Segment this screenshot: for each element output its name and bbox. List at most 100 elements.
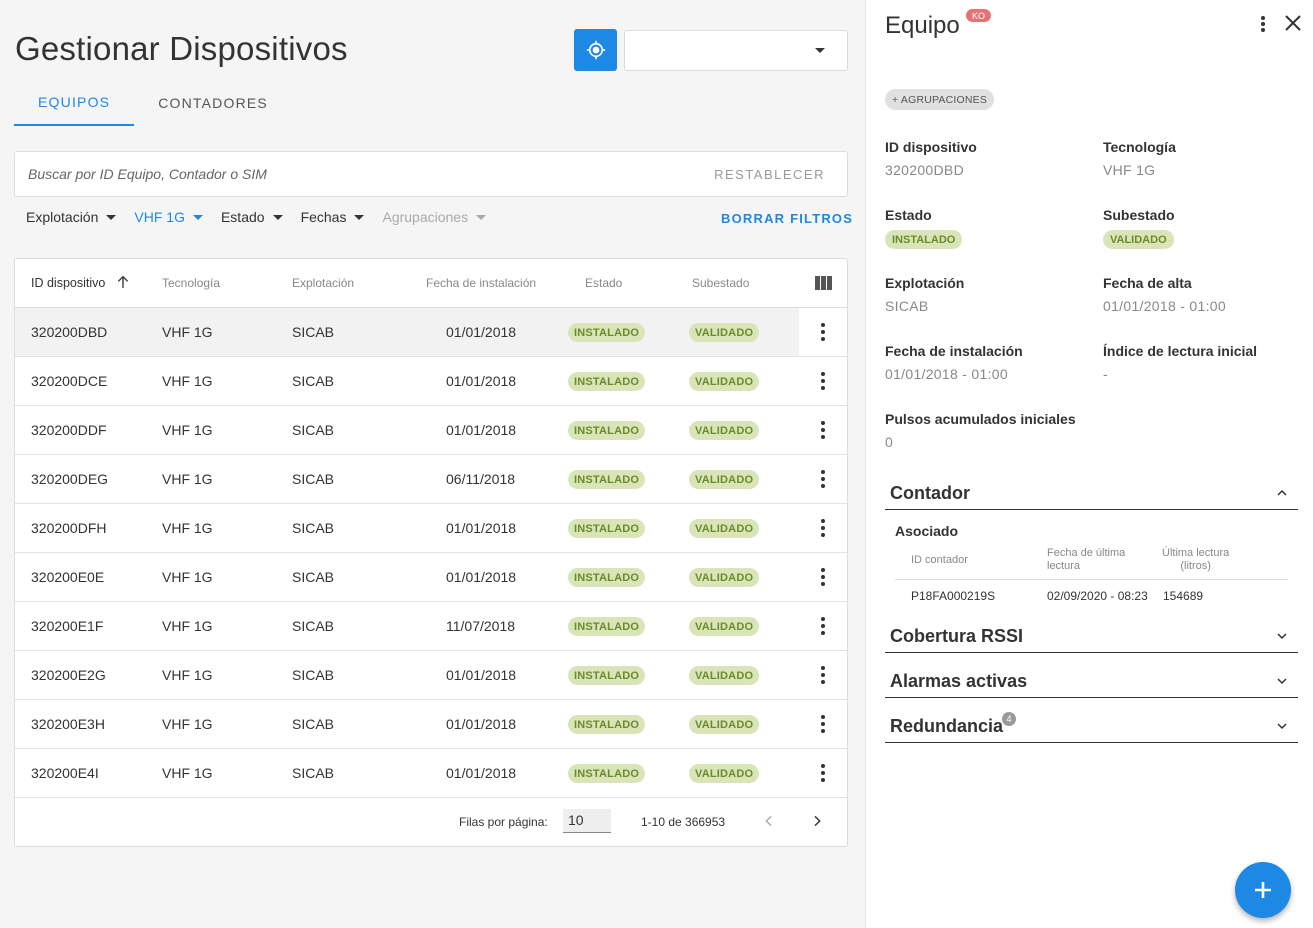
cell-fecha: 01/01/2018 bbox=[446, 373, 517, 389]
table-header: ID dispositivo Tecnología Explotación Fe… bbox=[15, 259, 847, 308]
reset-button[interactable]: RESTABLECER bbox=[714, 167, 825, 182]
header-line: Fecha de última bbox=[1047, 547, 1126, 559]
more-vert-icon bbox=[821, 519, 825, 537]
column-header-tecnologia[interactable]: Tecnología bbox=[162, 276, 220, 290]
section-redundancia[interactable]: Redundancia bbox=[885, 709, 1298, 743]
column-header-fecha[interactable]: Fecha de instalación bbox=[426, 276, 536, 290]
cell-fecha: 06/11/2018 bbox=[446, 471, 516, 487]
subestado-badge: VALIDADO bbox=[689, 519, 760, 538]
table-row[interactable]: 320200E0E VHF 1G SICAB 01/01/2018 INSTALADO V… bbox=[15, 553, 847, 602]
groups-chip[interactable]: + AGRUPACIONES bbox=[885, 89, 995, 110]
row-menu-button[interactable] bbox=[799, 602, 847, 650]
cell-tecnologia: VHF 1G bbox=[162, 765, 213, 781]
table-row[interactable]: 320200DBD VHF 1G SICAB 01/01/2018 INSTALADO V… bbox=[15, 308, 847, 357]
section-cobertura-rssi[interactable]: Cobertura RSSI bbox=[885, 619, 1298, 653]
device-list-panel: Gestionar Dispositivos EQUIPOS CONTADORE… bbox=[0, 0, 865, 928]
table-row[interactable]: 320200DCE VHF 1G SICAB 01/01/2018 INSTALADO V… bbox=[15, 357, 847, 406]
arrow-up-icon[interactable] bbox=[115, 274, 131, 290]
more-vert-icon bbox=[821, 764, 825, 782]
filter-label: Estado bbox=[220, 209, 265, 225]
search-input[interactable] bbox=[28, 166, 668, 182]
filter-fechas[interactable]: Fechas bbox=[301, 209, 365, 225]
status-badge: KO bbox=[966, 9, 992, 22]
table-row[interactable]: 320200E2G VHF 1G SICAB 01/01/2018 INSTALADO V… bbox=[15, 651, 847, 700]
chevron-left-icon[interactable] bbox=[761, 813, 777, 829]
filter-estado[interactable]: Estado bbox=[221, 209, 283, 225]
cell-tecnologia: VHF 1G bbox=[162, 373, 213, 389]
estado-badge: INSTALADO bbox=[568, 519, 646, 538]
subestado-badge: VALIDADO bbox=[1103, 230, 1174, 249]
meter-id-header: ID contador bbox=[911, 554, 968, 566]
field-label-explotacion: Explotación bbox=[885, 275, 965, 291]
top-select[interactable] bbox=[624, 30, 848, 71]
tab-equipos[interactable]: EQUIPOS bbox=[14, 80, 135, 126]
filter-explotacion[interactable]: Explotación bbox=[26, 209, 117, 225]
meter-date-header: Fecha de última lectura bbox=[1047, 547, 1125, 573]
detail-title: Equipo bbox=[885, 12, 960, 39]
more-vert-icon[interactable] bbox=[1260, 15, 1266, 33]
table-row[interactable]: 320200DDF VHF 1G SICAB 01/01/2018 INSTALADO V… bbox=[15, 406, 847, 455]
tab-bar: EQUIPOS CONTADORES bbox=[14, 80, 292, 128]
estado-badge: INSTALADO bbox=[568, 323, 646, 342]
row-menu-button[interactable] bbox=[799, 455, 847, 503]
row-menu-button[interactable] bbox=[799, 308, 847, 356]
column-header-explotacion[interactable]: Explotación bbox=[292, 276, 354, 290]
table-footer: Filas por página: 10 1-10 de 366953 bbox=[15, 799, 847, 847]
search-box: RESTABLECER bbox=[14, 151, 848, 197]
more-vert-icon bbox=[821, 715, 825, 733]
table-row[interactable]: 320200DFH VHF 1G SICAB 01/01/2018 INSTALADO V… bbox=[15, 504, 847, 553]
chevron-right-icon[interactable] bbox=[809, 813, 825, 829]
row-menu-button[interactable] bbox=[799, 553, 847, 601]
cell-fecha: 01/01/2018 bbox=[446, 667, 517, 683]
subestado-badge: VALIDADO bbox=[689, 568, 760, 587]
chevron-down-icon[interactable] bbox=[1276, 720, 1288, 732]
cell-tecnologia: VHF 1G bbox=[162, 471, 213, 487]
chevron-down-icon[interactable] bbox=[1276, 630, 1288, 642]
field-label-subestado: Subestado bbox=[1103, 207, 1175, 223]
view-columns-icon[interactable] bbox=[815, 276, 832, 290]
subestado-badge: VALIDADO bbox=[689, 764, 760, 783]
rows-per-page-select[interactable]: 10 bbox=[563, 809, 611, 833]
redundancy-count-badge: 4 bbox=[1002, 712, 1016, 726]
column-header-subestado[interactable]: Subestado bbox=[692, 276, 749, 290]
cell-id: 320200DBD bbox=[31, 324, 108, 340]
more-vert-icon bbox=[821, 617, 825, 635]
row-menu-button[interactable] bbox=[799, 357, 847, 405]
field-label-alta: Fecha de alta bbox=[1103, 275, 1192, 291]
cell-explotacion: SICAB bbox=[292, 520, 335, 536]
page-title: Gestionar Dispositivos bbox=[15, 30, 348, 67]
plus-icon bbox=[1255, 882, 1271, 898]
table-row[interactable]: 320200E3H VHF 1G SICAB 01/01/2018 INSTALADO V… bbox=[15, 700, 847, 749]
column-header-id[interactable]: ID dispositivo bbox=[31, 276, 105, 290]
row-menu-button[interactable] bbox=[799, 651, 847, 699]
chevron-up-icon[interactable] bbox=[1276, 487, 1288, 499]
cell-id: 320200E1F bbox=[31, 618, 104, 634]
row-menu-button[interactable] bbox=[799, 406, 847, 454]
row-menu-button[interactable] bbox=[799, 749, 847, 797]
field-label-tecnologia: Tecnología bbox=[1103, 139, 1176, 155]
header-line: (litros) bbox=[1180, 560, 1211, 572]
section-contador[interactable]: Contador bbox=[885, 476, 1298, 510]
clear-filters-button[interactable]: BORRAR FILTROS bbox=[721, 211, 853, 226]
close-icon[interactable] bbox=[1284, 14, 1302, 32]
cell-explotacion: SICAB bbox=[292, 471, 335, 487]
add-button[interactable] bbox=[1235, 862, 1291, 918]
chevron-down-icon[interactable] bbox=[1276, 675, 1288, 687]
section-alarmas-activas[interactable]: Alarmas activas bbox=[885, 664, 1298, 698]
cell-explotacion: SICAB bbox=[292, 373, 335, 389]
column-header-estado[interactable]: Estado bbox=[585, 276, 622, 290]
table-row[interactable]: 320200E4I VHF 1G SICAB 01/01/2018 INSTALADO V… bbox=[15, 749, 847, 798]
locate-button[interactable] bbox=[574, 29, 617, 71]
cell-tecnologia: VHF 1G bbox=[162, 618, 213, 634]
table-row[interactable]: 320200DEG VHF 1G SICAB 06/11/2018 INSTALADO V… bbox=[15, 455, 847, 504]
filter-tecnologia[interactable]: VHF 1G bbox=[134, 209, 203, 225]
field-label-pulsos: Pulsos acumulados iniciales bbox=[885, 411, 1076, 427]
tab-contadores[interactable]: CONTADORES bbox=[134, 80, 292, 126]
row-menu-button[interactable] bbox=[799, 504, 847, 552]
cell-id: 320200DFH bbox=[31, 520, 107, 536]
row-menu-button[interactable] bbox=[799, 700, 847, 748]
table-row[interactable]: 320200E1F VHF 1G SICAB 11/07/2018 INSTALADO V… bbox=[15, 602, 847, 651]
estado-badge: INSTALADO bbox=[568, 372, 646, 391]
meter-id[interactable]: P18FA000219S bbox=[911, 589, 995, 603]
filter-agrupaciones: Agrupaciones bbox=[382, 209, 487, 225]
